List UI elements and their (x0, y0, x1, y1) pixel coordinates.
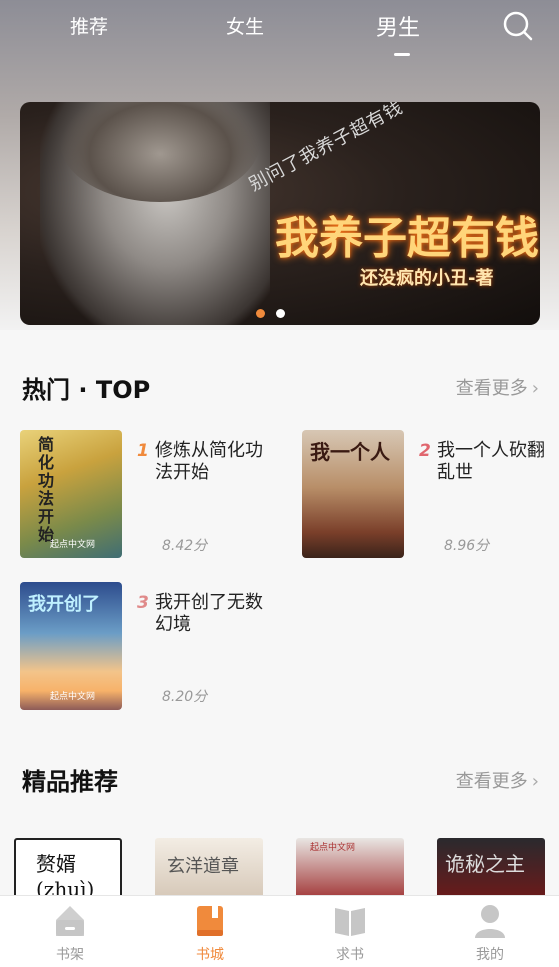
nav-label: 书城 (196, 947, 224, 963)
cover-title: 简化功法开始 (38, 435, 55, 544)
bookstore-icon (197, 906, 223, 936)
recommend-book-cover[interactable]: 赘婿 (zhuì) (14, 838, 122, 898)
nav-label: 我的 (476, 947, 504, 963)
profile-icon (475, 905, 505, 938)
book-cover[interactable]: 我一个人 (302, 430, 404, 558)
tab-male[interactable]: 男生 (376, 10, 420, 42)
active-tab-indicator (394, 53, 410, 56)
recommend-more-label: 查看更多 (455, 771, 528, 792)
carousel-dot-active[interactable] (256, 309, 265, 318)
hot-more-label: 查看更多 (455, 378, 528, 399)
cover-title: 诡秘之主 (445, 852, 525, 876)
chevron-right-icon: › (531, 378, 539, 399)
tab-recommend[interactable]: 推荐 (70, 12, 108, 39)
book-score: 8.20分 (162, 689, 208, 705)
nav-label: 书架 (56, 947, 84, 963)
recommend-book-cover[interactable]: 起点中文网 (296, 838, 404, 898)
recommend-section-title: 精品推荐 (22, 768, 118, 796)
book-title[interactable]: 我一个人砍翻乱世 (437, 440, 557, 484)
book-cover[interactable]: 我开创了 起点中文网 (20, 582, 122, 710)
nav-label: 求书 (336, 947, 364, 963)
cover-publisher: 起点中文网 (50, 540, 96, 550)
rank-number: 3 (137, 593, 149, 613)
nav-request-book[interactable]: 求书 (280, 896, 420, 967)
book-cover[interactable]: 简化功法开始 起点中文网 (20, 430, 122, 558)
rank-number: 1 (137, 441, 149, 461)
cover-title: 起点中文网 (310, 843, 356, 853)
cover-title: 赘婿 (zhuì) (36, 852, 95, 898)
banner-author: 还没疯的小丑-著 (360, 268, 494, 289)
bottom-navigation: 书架 书城 求书 我的 (0, 895, 559, 967)
book-score: 8.42分 (162, 538, 208, 554)
chevron-right-icon: › (531, 771, 539, 792)
cover-title: 玄洋道章 (167, 856, 239, 877)
recommend-more-link[interactable]: 查看更多 › (456, 767, 539, 793)
cover-title: 我开创了 (28, 594, 100, 615)
open-book-icon (335, 908, 365, 936)
carousel-dot[interactable] (276, 309, 285, 318)
banner-title: 我养子超有钱 (275, 213, 539, 264)
recommend-book-cover[interactable]: 玄洋道章 (155, 838, 263, 898)
tab-female[interactable]: 女生 (226, 12, 264, 39)
recommend-book-cover[interactable]: 诡秘之主 (437, 838, 545, 898)
nav-bookshelf[interactable]: 书架 (0, 896, 140, 967)
promo-banner[interactable]: 别问了我养子超有钱 我养子超有钱 还没疯的小丑-著 (20, 102, 540, 325)
hot-section-title: 热门 · TOP (22, 376, 151, 404)
search-icon[interactable] (502, 10, 534, 42)
nav-profile[interactable]: 我的 (420, 896, 559, 967)
book-title[interactable]: 我开创了无数幻境 (155, 592, 275, 636)
bookshelf-icon (56, 906, 84, 936)
top-tab-bar: 推荐 女生 男生 (0, 0, 559, 60)
carousel-dots (256, 303, 296, 322)
rank-number: 2 (419, 441, 431, 461)
cover-publisher: 起点中文网 (50, 692, 96, 702)
cover-title: 我一个人 (310, 440, 390, 464)
hot-more-link[interactable]: 查看更多 › (456, 374, 539, 400)
book-title[interactable]: 修炼从简化功法开始 (155, 440, 275, 484)
book-score: 8.96分 (444, 538, 490, 554)
nav-bookstore[interactable]: 书城 (140, 896, 280, 967)
